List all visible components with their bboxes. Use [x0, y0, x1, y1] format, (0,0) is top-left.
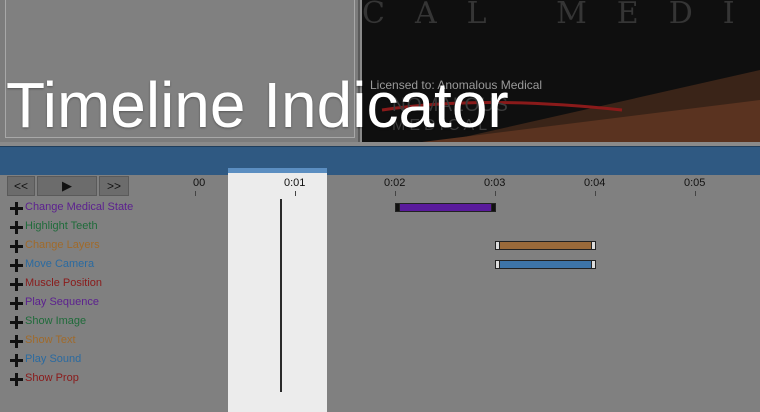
expand-plus-icon[interactable]: [9, 258, 24, 273]
ruler-tick-label: 0:02: [384, 177, 406, 189]
ruler-tick-label: 0:04: [584, 177, 606, 189]
clip-end-handle[interactable]: [591, 260, 596, 269]
ruler-tick-label: 0:05: [684, 177, 706, 189]
ruler-tick-label: 0:01: [284, 177, 306, 189]
track-label[interactable]: Change Layers: [25, 239, 100, 251]
clip-end-handle[interactable]: [491, 203, 496, 212]
track-label[interactable]: Change Medical State: [25, 201, 133, 213]
forward-button[interactable]: >>: [99, 176, 129, 196]
ruler-tick: [695, 191, 696, 196]
timeline-header-bar: [0, 146, 760, 176]
expand-plus-icon[interactable]: [9, 353, 24, 368]
timeline-clip[interactable]: [395, 203, 496, 212]
expand-plus-icon[interactable]: [9, 201, 24, 216]
ruler-tick: [295, 191, 296, 196]
ruler-tick: [595, 191, 596, 196]
play-icon: ▶: [62, 178, 72, 193]
clip-start-handle[interactable]: [495, 260, 500, 269]
track-row[interactable]: Show Text: [9, 333, 189, 351]
timeline-playhead[interactable]: [280, 199, 282, 392]
clip-end-handle[interactable]: [591, 241, 596, 250]
expand-plus-icon[interactable]: [9, 334, 24, 349]
ruler-tick-label: 00: [193, 177, 206, 189]
track-label[interactable]: Muscle Position: [25, 277, 102, 289]
track-row[interactable]: Change Layers: [9, 238, 189, 256]
timeline-clip[interactable]: [495, 260, 596, 269]
track-row[interactable]: Show Image: [9, 314, 189, 332]
track-row[interactable]: Show Prop: [9, 371, 189, 389]
ruler-tick: [495, 191, 496, 196]
expand-plus-icon[interactable]: [9, 239, 24, 254]
track-label[interactable]: Highlight Teeth: [25, 220, 98, 232]
track-row[interactable]: Change Medical State: [9, 200, 189, 218]
overlay-title: Timeline Indicator: [6, 69, 509, 141]
timeline-indicator-top[interactable]: [228, 168, 327, 173]
ruler-tick: [195, 191, 196, 196]
viewport-watermark: CAL MEDI: [362, 0, 760, 31]
expand-plus-icon[interactable]: [9, 296, 24, 311]
timeline-indicator-highlight: [228, 168, 327, 412]
track-row[interactable]: Muscle Position: [9, 276, 189, 294]
ruler-tick: [395, 191, 396, 196]
track-label[interactable]: Show Prop: [25, 372, 79, 384]
play-button[interactable]: ▶: [37, 176, 97, 196]
ruler-tick-label: 0:03: [484, 177, 506, 189]
track-row[interactable]: Play Sequence: [9, 295, 189, 313]
expand-plus-icon[interactable]: [9, 315, 24, 330]
track-label[interactable]: Play Sound: [25, 353, 81, 365]
expand-plus-icon[interactable]: [9, 372, 24, 387]
timeline-clip[interactable]: [495, 241, 596, 250]
track-label[interactable]: Play Sequence: [25, 296, 99, 308]
track-label[interactable]: Show Text: [25, 334, 76, 346]
track-row[interactable]: Play Sound: [9, 352, 189, 370]
track-label[interactable]: Move Camera: [25, 258, 94, 270]
track-row[interactable]: Move Camera: [9, 257, 189, 275]
track-row[interactable]: Highlight Teeth: [9, 219, 189, 237]
rewind-button[interactable]: <<: [7, 176, 35, 196]
clip-start-handle[interactable]: [395, 203, 400, 212]
track-label[interactable]: Show Image: [25, 315, 86, 327]
clip-start-handle[interactable]: [495, 241, 500, 250]
expand-plus-icon[interactable]: [9, 220, 24, 235]
expand-plus-icon[interactable]: [9, 277, 24, 292]
